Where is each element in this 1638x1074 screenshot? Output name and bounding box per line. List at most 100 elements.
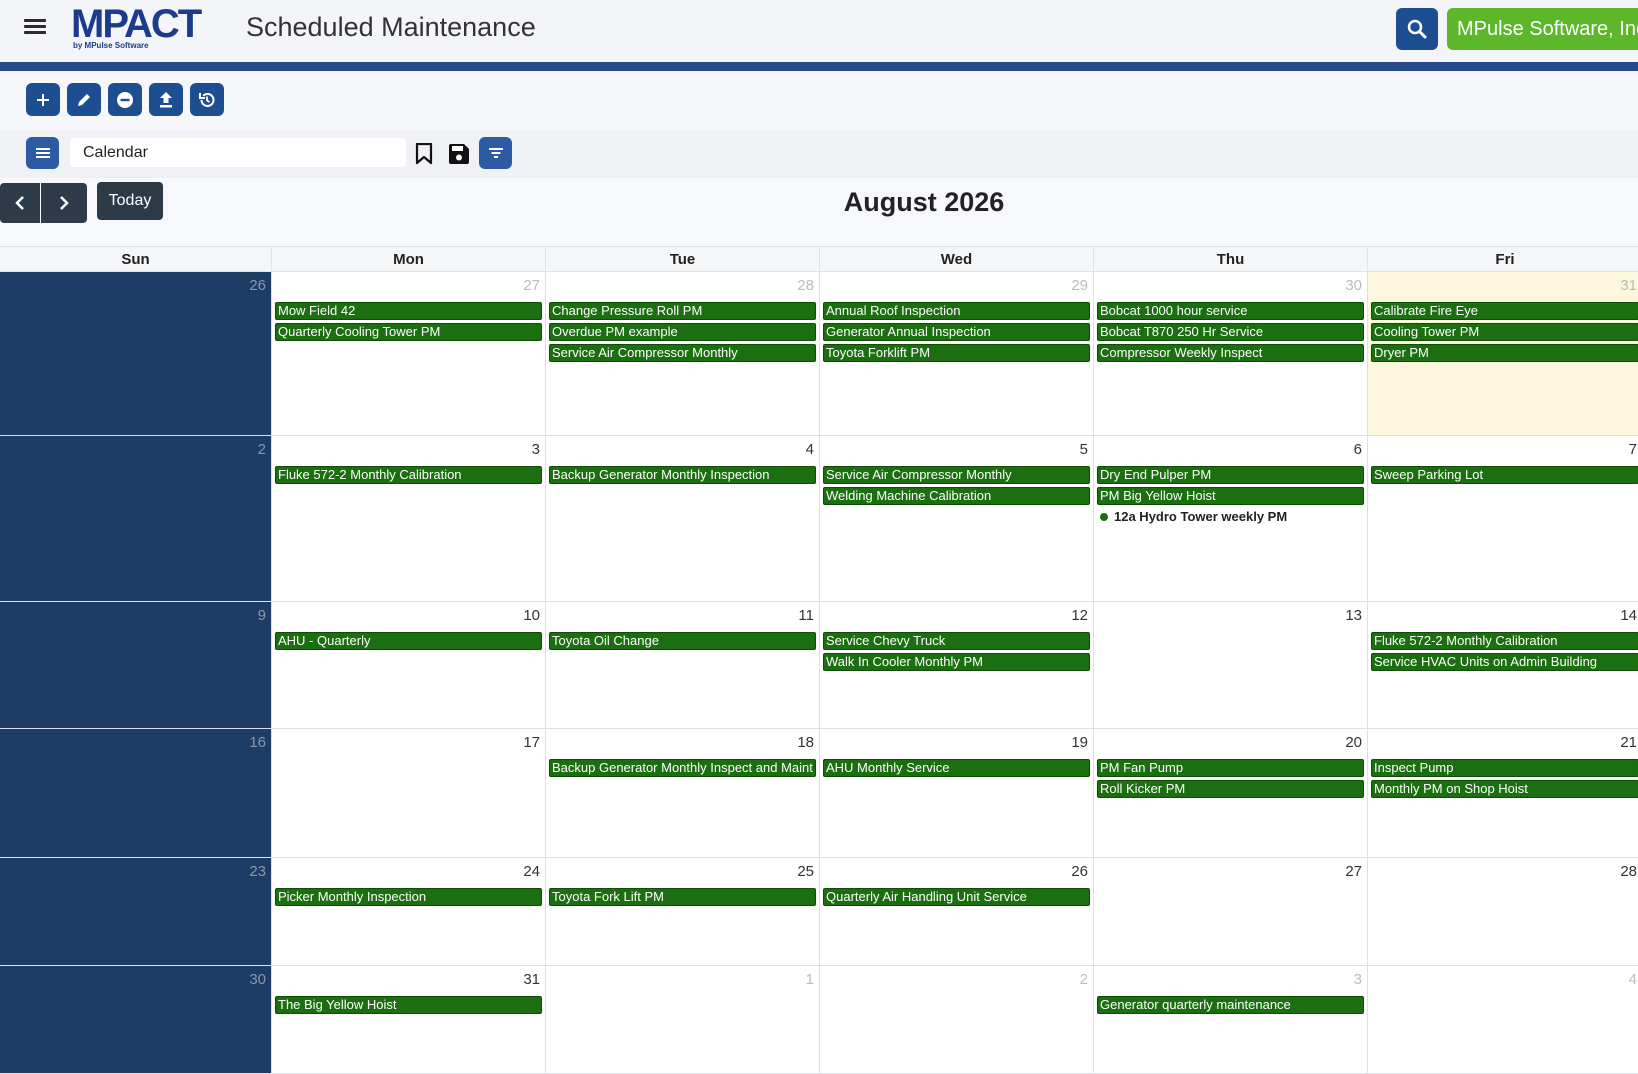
day-number[interactable]: 28	[797, 277, 814, 294]
day-number[interactable]: 27	[523, 277, 540, 294]
calendar-event[interactable]: Cooling Tower PM	[1371, 323, 1638, 341]
calendar-event[interactable]: Calibrate Fire Eye	[1371, 302, 1638, 320]
calendar-event[interactable]: PM Fan Pump	[1097, 759, 1364, 777]
calendar-day-cell[interactable]: 3 Generator quarterly maintenance	[1093, 966, 1367, 1073]
day-number[interactable]: 12	[1071, 607, 1088, 624]
calendar-event[interactable]: Service Chevy Truck	[823, 632, 1090, 650]
add-button[interactable]	[26, 83, 60, 116]
calendar-day-cell[interactable]: 21 Inspect Pump Monthly PM on Shop Hoist	[1367, 729, 1638, 857]
day-number[interactable]: 7	[1629, 441, 1637, 458]
calendar-event[interactable]: AHU Monthly Service	[823, 759, 1090, 777]
day-number[interactable]: 18	[797, 734, 814, 751]
calendar-day-cell[interactable]: 27	[1093, 858, 1367, 965]
calendar-day-cell[interactable]: 2	[819, 966, 1093, 1073]
day-number[interactable]: 3	[532, 441, 540, 458]
calendar-day-cell[interactable]: 19 AHU Monthly Service	[819, 729, 1093, 857]
calendar-day-cell[interactable]: 28	[1367, 858, 1638, 965]
calendar-day-cell[interactable]: 24 Picker Monthly Inspection	[271, 858, 545, 965]
calendar-event[interactable]: Service Air Compressor Monthly	[823, 466, 1090, 484]
calendar-event[interactable]: Bobcat T870 250 Hr Service	[1097, 323, 1364, 341]
calendar-event[interactable]: Roll Kicker PM	[1097, 780, 1364, 798]
day-number[interactable]: 5	[1080, 441, 1088, 458]
day-number[interactable]: 2	[1080, 971, 1088, 988]
calendar-event[interactable]: Change Pressure Roll PM	[549, 302, 816, 320]
calendar-day-cell[interactable]: 13	[1093, 602, 1367, 728]
calendar-event[interactable]: Picker Monthly Inspection	[275, 888, 542, 906]
calendar-day-cell[interactable]: 4	[1367, 966, 1638, 1073]
calendar-event[interactable]: Annual Roof Inspection	[823, 302, 1090, 320]
calendar-day-cell[interactable]: 28 Change Pressure Roll PM Overdue PM exam…	[545, 272, 819, 435]
day-number[interactable]: 30	[1345, 277, 1362, 294]
day-number[interactable]: 17	[523, 734, 540, 751]
calendar-day-cell[interactable]: 27 Mow Field 42 Quarterly Cooling Tower PM	[271, 272, 545, 435]
calendar-event[interactable]: Toyota Forklift PM	[823, 344, 1090, 362]
calendar-event[interactable]: Overdue PM example	[549, 323, 816, 341]
calendar-event[interactable]: Generator quarterly maintenance	[1097, 996, 1364, 1014]
calendar-event[interactable]: Dryer PM	[1371, 344, 1638, 362]
calendar-event[interactable]: Mow Field 42	[275, 302, 542, 320]
day-number[interactable]: 27	[1345, 863, 1362, 880]
day-number[interactable]: 6	[1354, 441, 1362, 458]
day-number[interactable]: 10	[523, 607, 540, 624]
history-button[interactable]	[190, 83, 224, 116]
calendar-event[interactable]: Bobcat 1000 hour service	[1097, 302, 1364, 320]
day-number[interactable]: 21	[1620, 734, 1637, 751]
calendar-day-cell[interactable]: 12 Service Chevy Truck Walk In Cooler Mont…	[819, 602, 1093, 728]
calendar-event[interactable]: Generator Annual Inspection	[823, 323, 1090, 341]
calendar-day-cell[interactable]: 11 Toyota Oil Change	[545, 602, 819, 728]
day-number[interactable]: 31	[523, 971, 540, 988]
calendar-event[interactable]: Toyota Oil Change	[549, 632, 816, 650]
upload-button[interactable]	[149, 83, 183, 116]
day-number[interactable]: 29	[1071, 277, 1088, 294]
day-number[interactable]: 23	[249, 863, 266, 880]
day-number[interactable]: 28	[1620, 863, 1637, 880]
day-number[interactable]: 1	[806, 971, 814, 988]
calendar-day-cell[interactable]: 9	[0, 602, 271, 728]
day-number[interactable]: 14	[1620, 607, 1637, 624]
delete-button[interactable]	[108, 83, 142, 116]
bookmark-button[interactable]	[412, 140, 436, 168]
mpact-logo[interactable]: MPACT by MPulse Software	[71, 2, 211, 52]
day-number[interactable]: 25	[797, 863, 814, 880]
calendar-day-cell[interactable]: 25 Toyota Fork Lift PM	[545, 858, 819, 965]
calendar-event[interactable]: Dry End Pulper PM	[1097, 466, 1364, 484]
edit-button[interactable]	[67, 83, 101, 116]
day-number[interactable]: 24	[523, 863, 540, 880]
calendar-event[interactable]: Compressor Weekly Inspect	[1097, 344, 1364, 362]
day-number[interactable]: 2	[258, 441, 266, 458]
day-number[interactable]: 4	[1629, 971, 1637, 988]
company-button[interactable]: MPulse Software, Inc	[1447, 8, 1638, 50]
calendar-event[interactable]: Service Air Compressor Monthly	[549, 344, 816, 362]
calendar-event[interactable]: Monthly PM on Shop Hoist	[1371, 780, 1638, 798]
calendar-day-cell[interactable]: 30 Bobcat 1000 hour service Bobcat T870 25…	[1093, 272, 1367, 435]
calendar-event[interactable]: The Big Yellow Hoist	[275, 996, 542, 1014]
day-number[interactable]: 26	[249, 277, 266, 294]
calendar-event[interactable]: Welding Machine Calibration	[823, 487, 1090, 505]
view-selector-input[interactable]	[70, 138, 406, 167]
day-number[interactable]: 30	[249, 971, 266, 988]
day-number[interactable]: 16	[249, 734, 266, 751]
day-number[interactable]: 11	[798, 607, 814, 624]
calendar-event[interactable]: Inspect Pump	[1371, 759, 1638, 777]
calendar-day-cell[interactable]: 20 PM Fan Pump Roll Kicker PM	[1093, 729, 1367, 857]
save-button[interactable]	[446, 140, 472, 168]
calendar-event[interactable]: Sweep Parking Lot	[1371, 466, 1638, 484]
calendar-day-cell[interactable]: 31 The Big Yellow Hoist	[271, 966, 545, 1073]
calendar-day-cell[interactable]: 6 Dry End Pulper PM PM Big Yellow Hoist 12a…	[1093, 436, 1367, 601]
calendar-day-cell[interactable]: 23	[0, 858, 271, 965]
calendar-day-cell[interactable]: 1	[545, 966, 819, 1073]
calendar-day-cell[interactable]: 2	[0, 436, 271, 601]
calendar-day-cell[interactable]: 17	[271, 729, 545, 857]
calendar-day-cell[interactable]: 30	[0, 966, 271, 1073]
calendar-event[interactable]: PM Big Yellow Hoist	[1097, 487, 1364, 505]
calendar-day-cell[interactable]: 26	[0, 272, 271, 435]
calendar-event[interactable]: Quarterly Cooling Tower PM	[275, 323, 542, 341]
calendar-dot-event[interactable]: 12a Hydro Tower weekly PM	[1100, 508, 1287, 526]
calendar-event[interactable]: Backup Generator Monthly Inspection	[549, 466, 816, 484]
calendar-day-cell[interactable]: 4 Backup Generator Monthly Inspection	[545, 436, 819, 601]
calendar-day-cell[interactable]: 18 Backup Generator Monthly Inspect and M…	[545, 729, 819, 857]
calendar-day-cell[interactable]: 3 Fluke 572-2 Monthly Calibration	[271, 436, 545, 601]
day-number[interactable]: 9	[258, 607, 266, 624]
search-button[interactable]	[1396, 8, 1438, 50]
calendar-day-cell[interactable]: 16	[0, 729, 271, 857]
